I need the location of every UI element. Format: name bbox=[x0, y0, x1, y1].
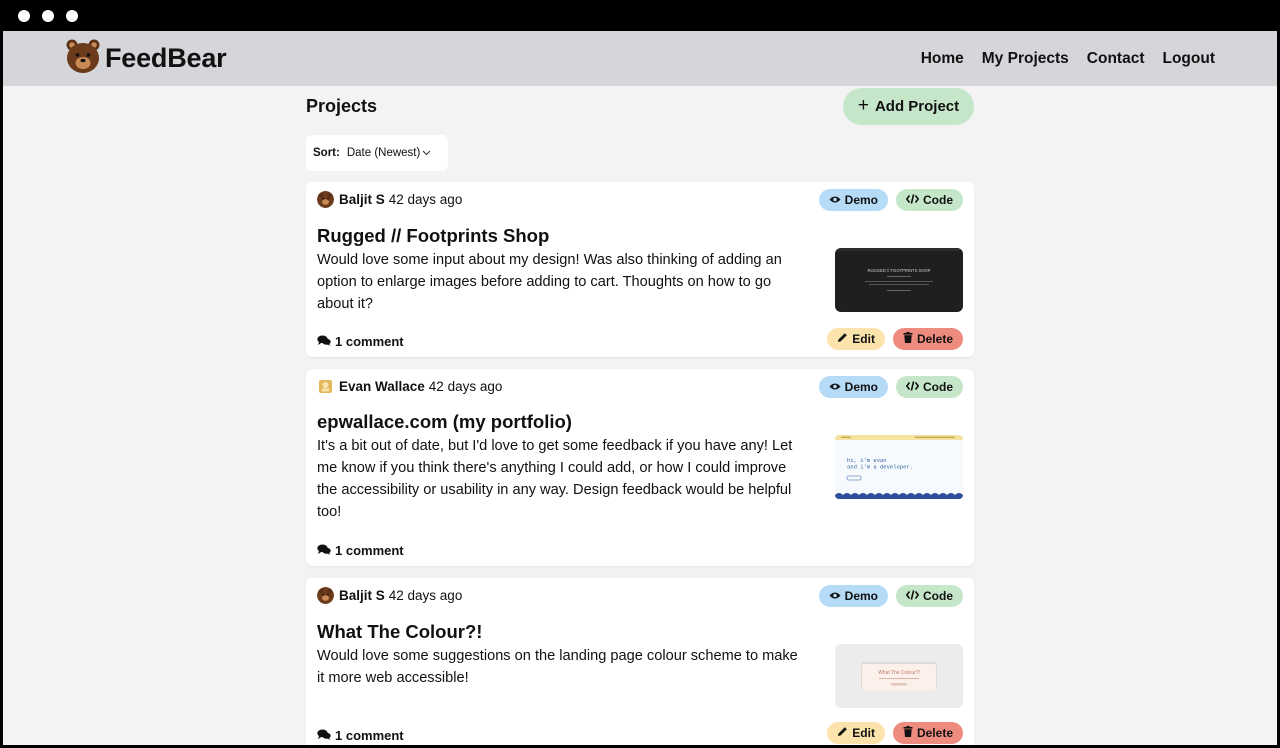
project-links: Demo Code bbox=[818, 189, 963, 211]
project-card: Baljit S 42 days ago Demo Code What The … bbox=[306, 578, 974, 745]
comments-icon bbox=[317, 543, 331, 558]
chevron-down-icon bbox=[422, 147, 431, 159]
nav-logout[interactable]: Logout bbox=[1162, 50, 1215, 68]
demo-label: Demo bbox=[844, 589, 878, 603]
project-description: It's a bit out of date, but I'd love to … bbox=[317, 438, 793, 520]
demo-label: Demo bbox=[844, 380, 878, 394]
author-name[interactable]: Baljit S bbox=[339, 192, 385, 207]
page: FeedBear Home My Projects Contact Logout… bbox=[3, 31, 1277, 745]
eye-icon bbox=[829, 193, 841, 207]
avatar bbox=[317, 378, 334, 395]
code-label: Code bbox=[923, 193, 953, 207]
card-header: Evan Wallace 42 days ago bbox=[317, 378, 502, 395]
code-icon bbox=[905, 589, 920, 603]
sort-value: Date (Newest) bbox=[346, 147, 421, 159]
bear-logo-icon bbox=[66, 38, 100, 79]
window-dot[interactable] bbox=[18, 10, 30, 22]
add-project-label: Add Project bbox=[874, 98, 960, 115]
project-links: Demo Code bbox=[818, 376, 963, 398]
nav-my-projects[interactable]: My Projects bbox=[982, 50, 1069, 68]
delete-button[interactable]: Delete bbox=[892, 722, 963, 744]
plus-icon: + bbox=[857, 95, 869, 116]
thumbnail-heading: What The Colour?! bbox=[878, 670, 920, 676]
trash-icon bbox=[903, 332, 913, 346]
edit-label: Edit bbox=[852, 726, 875, 740]
pencil-icon bbox=[837, 726, 848, 740]
project-card: Baljit S 42 days ago Demo Code Rugged //… bbox=[306, 182, 974, 357]
window-dot[interactable] bbox=[66, 10, 78, 22]
add-project-button[interactable]: + Add Project bbox=[843, 88, 974, 125]
code-icon bbox=[905, 380, 920, 394]
pencil-icon bbox=[837, 332, 848, 346]
project-description: Would love some suggestions on the landi… bbox=[317, 648, 798, 686]
project-thumbnail[interactable]: RUGGED // FOOTPRINTS SHOP bbox=[835, 248, 963, 312]
author-name[interactable]: Baljit S bbox=[339, 588, 385, 603]
comments-icon bbox=[317, 728, 331, 743]
code-label: Code bbox=[923, 380, 953, 394]
thumbnail-heading: RUGGED // FOOTPRINTS SHOP bbox=[867, 268, 930, 273]
brand-name: FeedBear bbox=[105, 43, 227, 73]
nav-home[interactable]: Home bbox=[921, 50, 964, 68]
project-links: Demo Code bbox=[818, 585, 963, 607]
code-icon bbox=[905, 193, 920, 207]
nav-links: Home My Projects Contact Logout bbox=[921, 31, 1215, 86]
nav-contact[interactable]: Contact bbox=[1087, 50, 1145, 68]
edit-button[interactable]: Edit bbox=[827, 722, 885, 744]
owner-actions: Edit Delete bbox=[827, 722, 963, 744]
comments-count: 1 comment bbox=[335, 728, 404, 743]
avatar bbox=[317, 587, 334, 604]
card-header: Baljit S 42 days ago bbox=[317, 191, 462, 208]
code-button[interactable]: Code bbox=[896, 585, 963, 607]
edit-label: Edit bbox=[852, 332, 875, 346]
comments-count: 1 comment bbox=[335, 334, 404, 349]
sort-select[interactable]: Date (Newest) bbox=[347, 147, 432, 159]
eye-icon bbox=[829, 380, 841, 394]
sort-control: Sort: Date (Newest) bbox=[306, 135, 448, 171]
project-title[interactable]: epwallace.com (my portfolio) bbox=[317, 411, 572, 433]
edit-button[interactable]: Edit bbox=[827, 328, 885, 350]
project-description: Would love some input about my design! W… bbox=[317, 252, 782, 312]
demo-label: Demo bbox=[844, 193, 878, 207]
owner-actions: Edit Delete bbox=[827, 328, 963, 350]
post-time: 42 days ago bbox=[428, 379, 503, 394]
window-controls bbox=[18, 10, 78, 22]
comments-icon bbox=[317, 334, 331, 349]
delete-label: Delete bbox=[916, 726, 953, 740]
sort-label: Sort: bbox=[313, 147, 340, 159]
demo-button[interactable]: Demo bbox=[818, 585, 888, 607]
logo[interactable]: FeedBear bbox=[66, 38, 227, 79]
comments-count: 1 comment bbox=[335, 543, 404, 558]
window-dot[interactable] bbox=[42, 10, 54, 22]
project-title[interactable]: What The Colour?! bbox=[317, 621, 482, 643]
eye-icon bbox=[829, 589, 841, 603]
page-title: Projects bbox=[306, 96, 378, 116]
code-button[interactable]: Code bbox=[896, 189, 963, 211]
comments-link[interactable]: 1 comment bbox=[317, 543, 404, 558]
card-header: Baljit S 42 days ago bbox=[317, 587, 462, 604]
project-card: Evan Wallace 42 days ago Demo Code epwal… bbox=[306, 369, 974, 566]
code-button[interactable]: Code bbox=[896, 376, 963, 398]
demo-button[interactable]: Demo bbox=[818, 189, 888, 211]
navbar: FeedBear Home My Projects Contact Logout bbox=[3, 31, 1277, 86]
project-thumbnail[interactable]: What The Colour?! bbox=[835, 644, 963, 708]
project-thumbnail[interactable]: hi, i'm evan and i'm a developer. bbox=[835, 435, 963, 499]
post-time: 42 days ago bbox=[388, 588, 463, 603]
comments-link[interactable]: 1 comment bbox=[317, 334, 404, 349]
comments-link[interactable]: 1 comment bbox=[317, 728, 404, 743]
author-name[interactable]: Evan Wallace bbox=[339, 379, 425, 394]
trash-icon bbox=[903, 726, 913, 740]
browser-window: FeedBear Home My Projects Contact Logout… bbox=[0, 0, 1280, 748]
project-title[interactable]: Rugged // Footprints Shop bbox=[317, 225, 549, 247]
thumbnail-line-2: and i'm a developer. bbox=[847, 464, 913, 471]
delete-button[interactable]: Delete bbox=[892, 328, 963, 350]
delete-label: Delete bbox=[916, 332, 953, 346]
post-time: 42 days ago bbox=[388, 192, 463, 207]
code-label: Code bbox=[923, 589, 953, 603]
avatar bbox=[317, 191, 334, 208]
demo-button[interactable]: Demo bbox=[818, 376, 888, 398]
